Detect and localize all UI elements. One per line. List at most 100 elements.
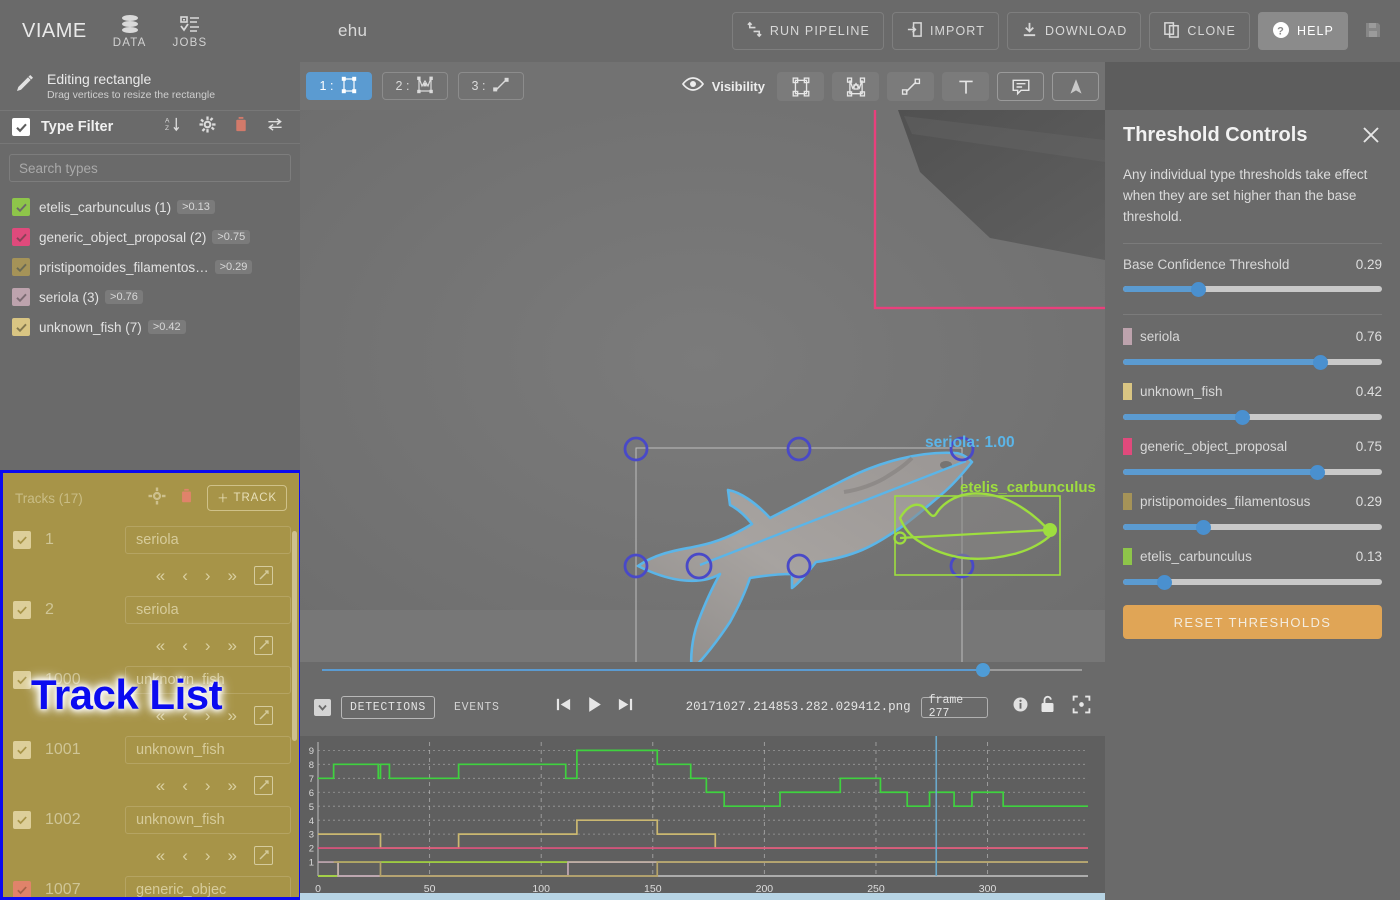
track-row[interactable]: 1 seriola « ‹ › »: [3, 523, 299, 593]
last-icon[interactable]: »: [228, 847, 237, 864]
track-checkbox[interactable]: [13, 671, 31, 689]
next-icon[interactable]: ›: [205, 567, 211, 584]
type-threshold-slider[interactable]: [1123, 408, 1382, 426]
close-icon[interactable]: [1360, 124, 1382, 151]
first-icon[interactable]: «: [156, 777, 165, 794]
track-type[interactable]: seriola: [125, 596, 291, 624]
help-button[interactable]: ? HELP: [1257, 12, 1348, 50]
next-icon[interactable]: ›: [205, 777, 211, 794]
track-row[interactable]: 2 seriola « ‹ › »: [3, 593, 299, 663]
prev-icon[interactable]: ‹: [182, 777, 188, 794]
scrubber-handle[interactable]: [975, 663, 990, 677]
play-icon[interactable]: [585, 695, 604, 719]
dropdown-icon[interactable]: [314, 698, 331, 716]
last-icon[interactable]: »: [228, 707, 237, 724]
mode-polygon-button[interactable]: 2 :: [382, 72, 448, 100]
type-checkbox[interactable]: [12, 318, 30, 336]
search-types-box[interactable]: [9, 154, 291, 182]
type-row[interactable]: etelis_carbunculus (1) >0.13: [0, 192, 300, 222]
type-row[interactable]: generic_object_proposal (2) >0.75: [0, 222, 300, 252]
track-type[interactable]: unknown_fish: [125, 806, 291, 834]
detections-tab[interactable]: DETECTIONS: [341, 695, 436, 719]
visibility-polygon-toggle[interactable]: [832, 72, 879, 101]
type-threshold-slider[interactable]: [1123, 353, 1382, 371]
run-pipeline-button[interactable]: RUN PIPELINE: [731, 12, 884, 50]
track-list-scrollbar[interactable]: [292, 531, 297, 741]
prev-icon[interactable]: ‹: [182, 637, 188, 654]
type-filter-checkbox[interactable]: [12, 118, 30, 136]
base-threshold-slider[interactable]: [1123, 280, 1382, 298]
edit-icon[interactable]: [254, 635, 273, 655]
save-button[interactable]: [1356, 12, 1390, 50]
gear-icon[interactable]: [148, 487, 166, 510]
first-icon[interactable]: «: [156, 707, 165, 724]
search-input[interactable]: [19, 160, 281, 176]
track-row[interactable]: 1002 unknown_fish « ‹ › »: [3, 803, 299, 873]
visibility-tooltip-toggle[interactable]: [997, 72, 1044, 101]
track-type[interactable]: generic_objec: [125, 876, 291, 897]
detections-timeline-chart[interactable]: 1 2 3 4 5 6 7 8 9 0 50 100 150 200 250 300: [300, 736, 1105, 900]
add-track-button[interactable]: ＋ TRACK: [207, 485, 287, 511]
next-icon[interactable]: ›: [205, 707, 211, 724]
track-type[interactable]: unknown_fish: [125, 666, 291, 694]
download-button[interactable]: DOWNLOAD: [1006, 12, 1142, 50]
image-canvas[interactable]: seriola: 1.00 etelis_carbunculus: [300, 110, 1105, 662]
visibility-line-toggle[interactable]: [887, 72, 934, 101]
type-row[interactable]: unknown_fish (7) >0.42: [0, 312, 300, 342]
type-checkbox[interactable]: [12, 198, 30, 216]
type-checkbox[interactable]: [12, 258, 30, 276]
sort-az-icon[interactable]: AZ: [164, 116, 181, 138]
next-icon[interactable]: ›: [205, 637, 211, 654]
visibility-cursor-toggle[interactable]: [1052, 72, 1099, 101]
type-threshold-slider[interactable]: [1123, 573, 1382, 591]
events-tab[interactable]: EVENTS: [445, 696, 509, 719]
type-checkbox[interactable]: [12, 288, 30, 306]
track-row[interactable]: 1001 unknown_fish « ‹ › »: [3, 733, 299, 803]
edit-icon[interactable]: [254, 845, 273, 865]
edit-icon[interactable]: [254, 705, 273, 725]
visibility-text-toggle[interactable]: [942, 72, 989, 101]
mode-rectangle-button[interactable]: 1 :: [306, 72, 372, 100]
step-forward-icon[interactable]: [617, 696, 634, 718]
track-type[interactable]: unknown_fish: [125, 736, 291, 764]
trash-icon[interactable]: [180, 488, 193, 509]
type-checkbox[interactable]: [12, 228, 30, 246]
track-checkbox[interactable]: [13, 531, 31, 549]
mode-line-button[interactable]: 3 :: [458, 72, 524, 100]
track-checkbox[interactable]: [13, 811, 31, 829]
track-row[interactable]: 1007 generic_objec: [3, 873, 299, 897]
lock-icon[interactable]: [1039, 695, 1056, 719]
slider-handle[interactable]: [1235, 410, 1251, 425]
type-row[interactable]: seriola (3) >0.76: [0, 282, 300, 312]
info-icon[interactable]: [1012, 696, 1029, 718]
nav-jobs[interactable]: JOBS: [173, 14, 208, 49]
type-row[interactable]: pristipomoides_filamentos… >0.29: [0, 252, 300, 282]
slider-handle[interactable]: [1196, 520, 1212, 535]
clone-button[interactable]: CLONE: [1149, 12, 1250, 50]
nav-data[interactable]: DATA: [113, 14, 147, 49]
last-icon[interactable]: »: [228, 777, 237, 794]
next-icon[interactable]: ›: [205, 847, 211, 864]
track-checkbox[interactable]: [13, 601, 31, 619]
track-checkbox[interactable]: [13, 881, 31, 897]
first-icon[interactable]: «: [156, 567, 165, 584]
prev-icon[interactable]: ‹: [182, 707, 188, 724]
visibility-rectangle-toggle[interactable]: [777, 72, 824, 101]
first-icon[interactable]: «: [156, 847, 165, 864]
first-icon[interactable]: «: [156, 637, 165, 654]
edit-icon[interactable]: [254, 775, 273, 795]
gear-icon[interactable]: [199, 116, 216, 138]
edit-icon[interactable]: [254, 565, 273, 585]
reset-thresholds-button[interactable]: RESET THRESHOLDS: [1123, 605, 1382, 639]
slider-handle[interactable]: [1312, 355, 1328, 370]
slider-handle[interactable]: [1310, 465, 1326, 480]
import-button[interactable]: IMPORT: [891, 12, 999, 50]
last-icon[interactable]: »: [228, 567, 237, 584]
type-threshold-slider[interactable]: [1123, 518, 1382, 536]
last-icon[interactable]: »: [228, 637, 237, 654]
slider-handle[interactable]: [1191, 282, 1207, 297]
track-checkbox[interactable]: [13, 741, 31, 759]
slider-handle[interactable]: [1157, 575, 1173, 590]
trash-icon[interactable]: [234, 116, 248, 138]
track-type[interactable]: seriola: [125, 526, 291, 554]
